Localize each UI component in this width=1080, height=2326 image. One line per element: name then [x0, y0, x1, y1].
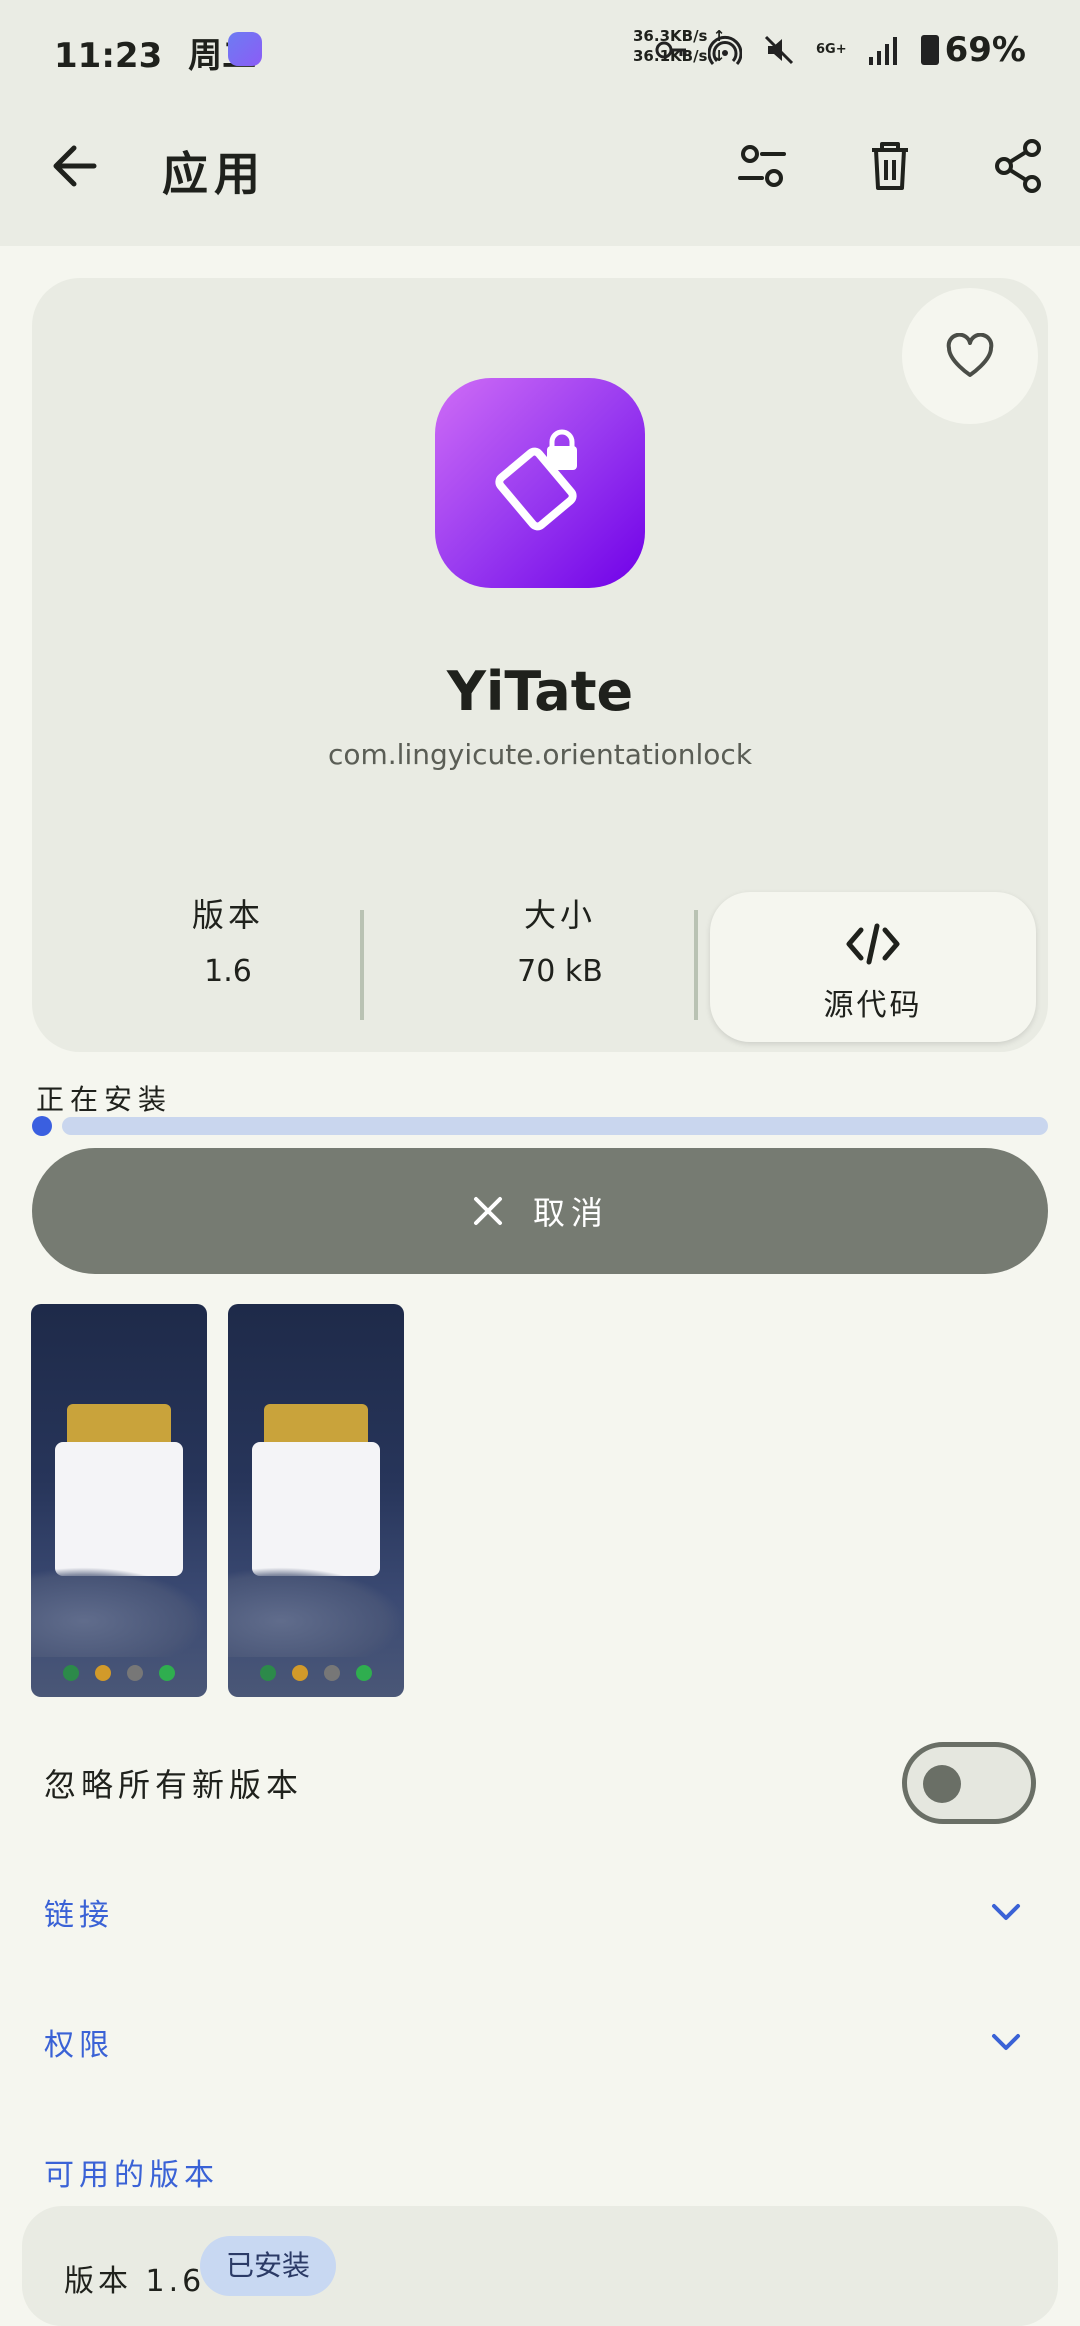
- available-versions-header: 可用的版本: [44, 2158, 219, 2193]
- source-code-label: 源代码: [823, 988, 923, 1023]
- size-label: 大小: [523, 896, 596, 934]
- network-type: 6G+: [816, 42, 847, 57]
- chevron-down-icon[interactable]: [988, 2024, 1024, 2060]
- stat-divider: [694, 910, 698, 1020]
- installed-badge: 已安装: [200, 2236, 337, 2296]
- app-info-card: YiTate com.lingyicute.orientationlock 版本…: [32, 278, 1048, 1052]
- version-item-label: 版本 1.6: [64, 2264, 206, 2299]
- battery-indicator: 69%: [920, 30, 1026, 70]
- package-name: com.lingyicute.orientationlock: [327, 738, 753, 771]
- permissions-section-header[interactable]: 权限: [44, 2020, 114, 2064]
- stat-divider: [360, 910, 364, 1020]
- screenshot-thumbnail[interactable]: [228, 1304, 404, 1697]
- share-icon[interactable]: [986, 134, 1050, 198]
- size-stat: 大小 70 kB: [410, 890, 710, 989]
- app-bar: 应用: [0, 100, 1080, 246]
- battery-icon: [920, 35, 939, 65]
- chevron-down-icon[interactable]: [988, 1894, 1024, 1930]
- page-title: 应用: [162, 147, 266, 201]
- mute-icon: [764, 35, 794, 65]
- filter-settings-icon[interactable]: [730, 134, 794, 198]
- status-icons: 6G+ 69%: [654, 30, 1026, 70]
- version-list-item[interactable]: 版本 1.6 已安装: [22, 2206, 1058, 2326]
- notification-app-icon: [228, 32, 262, 66]
- install-status: 正在安装: [36, 1083, 173, 1116]
- screen-rotation-lock-icon: [495, 429, 577, 531]
- close-icon: [473, 1197, 502, 1225]
- favorite-button[interactable]: [902, 288, 1038, 424]
- cancel-label: 取消: [532, 1194, 609, 1232]
- app-icon: [435, 378, 645, 588]
- back-arrow-icon[interactable]: [44, 134, 108, 198]
- vpn-key-icon: [655, 41, 687, 59]
- progress-track: [62, 1117, 1048, 1135]
- version-value: 1.6: [204, 954, 252, 989]
- links-section-header[interactable]: 链接: [44, 1890, 114, 1934]
- toggle-knob: [923, 1765, 961, 1803]
- progress-indicator: [32, 1116, 52, 1136]
- cancel-button[interactable]: 取消: [32, 1148, 1048, 1274]
- screenshot-thumbnail[interactable]: [31, 1304, 207, 1697]
- code-icon: [846, 923, 900, 965]
- version-label: 版本: [191, 896, 264, 934]
- heart-icon: [946, 333, 994, 377]
- source-code-button[interactable]: 源代码: [710, 892, 1036, 1042]
- ignore-updates-label: 忽略所有新版本: [44, 1766, 304, 1804]
- status-time: 11:23 周二: [54, 36, 257, 76]
- app-name: YiTate: [446, 660, 634, 723]
- signal-icon: [868, 37, 897, 65]
- delete-icon[interactable]: [858, 134, 922, 198]
- status-bar: 11:23 周二 36.3KB/s ↑ 36.1KB/s ↓ 6G+ 69%: [0, 0, 1080, 100]
- hotspot-icon: [708, 35, 742, 65]
- ignore-updates-toggle[interactable]: [902, 1742, 1036, 1824]
- size-value: 70 kB: [517, 954, 603, 989]
- version-stat: 版本 1.6: [78, 890, 378, 989]
